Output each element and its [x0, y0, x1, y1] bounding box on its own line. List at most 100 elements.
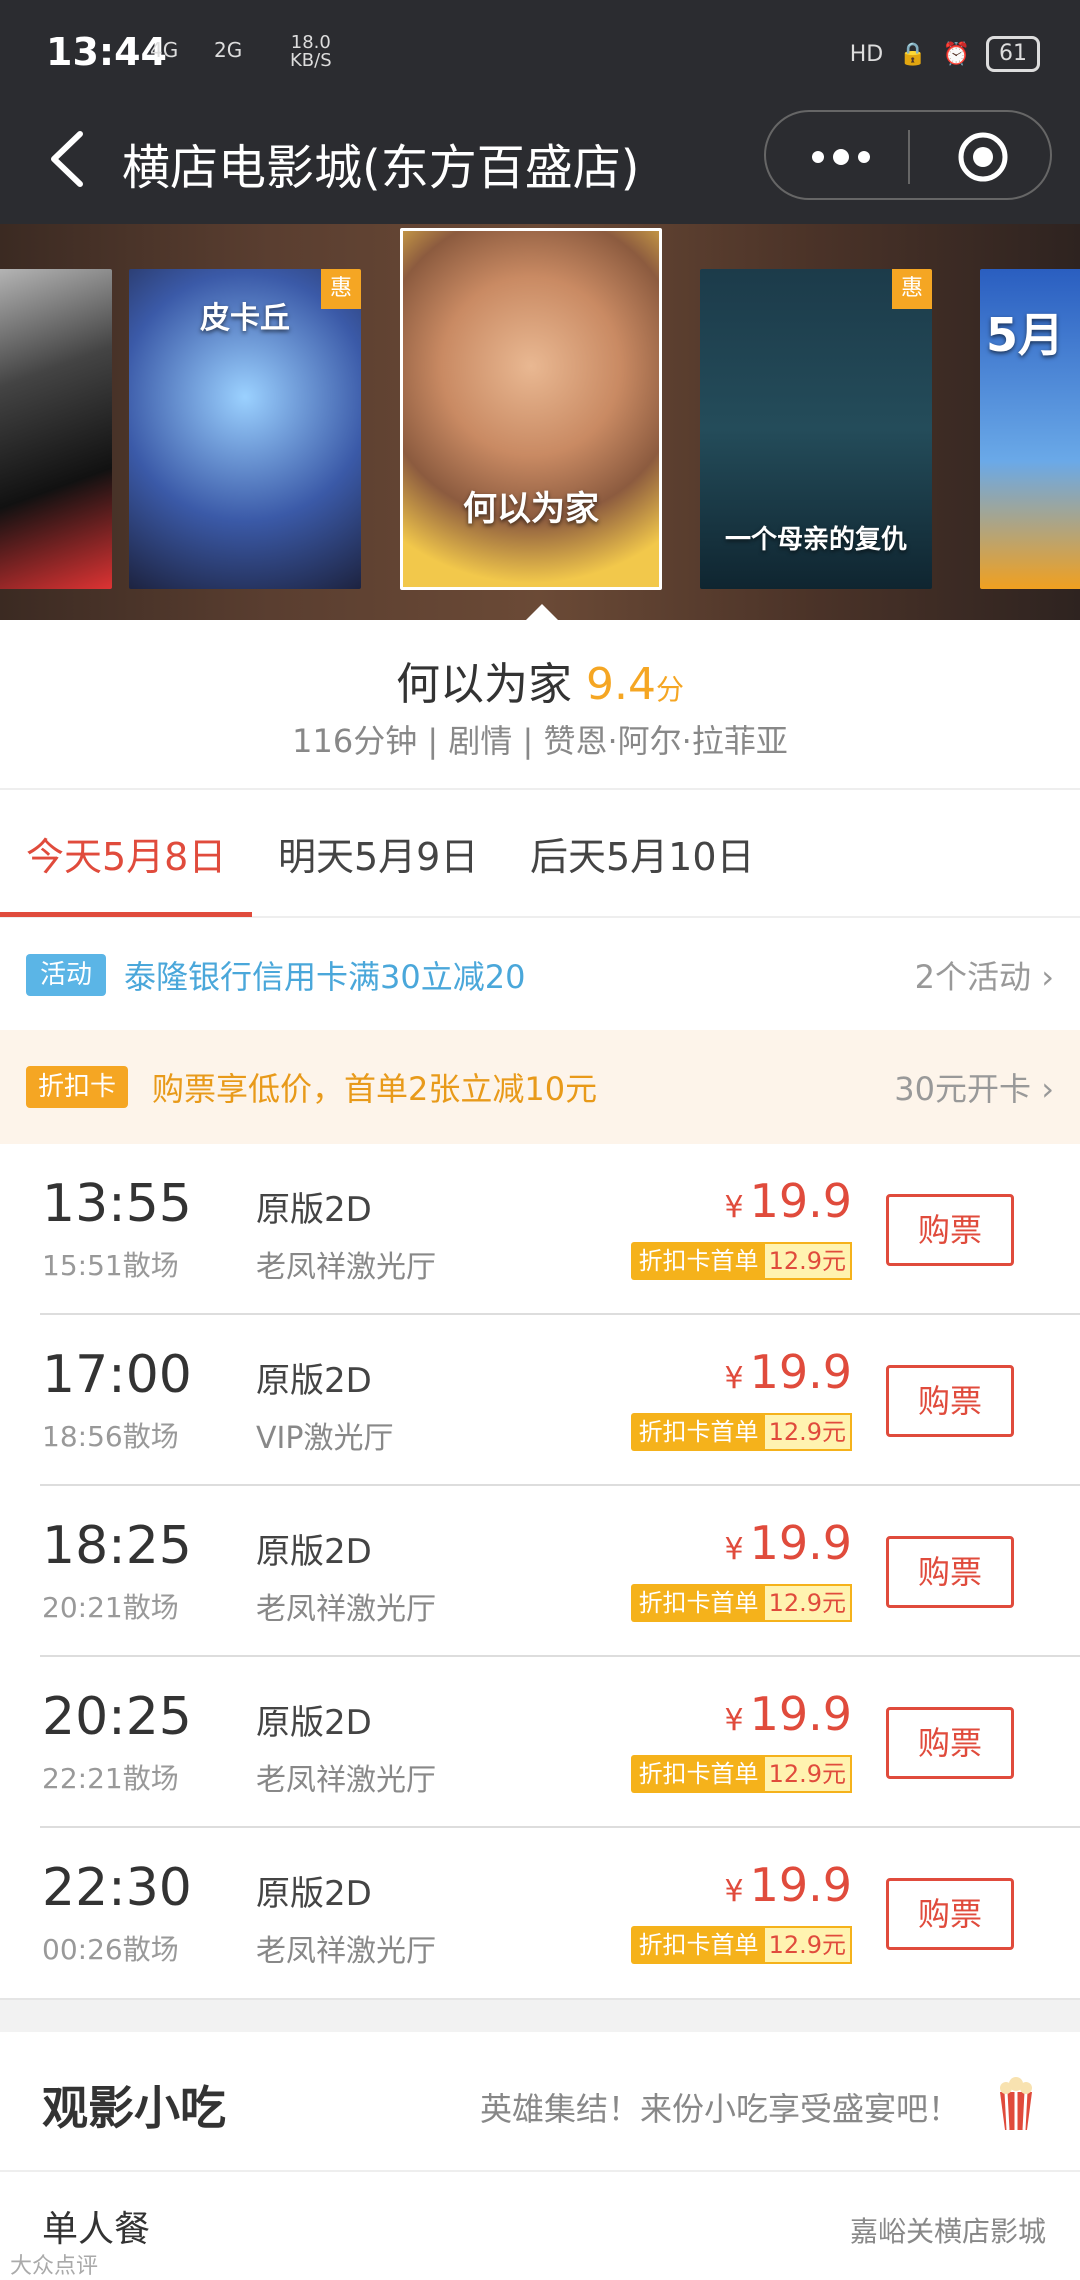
activity-text: 泰隆银行信用卡满30立减20 [124, 958, 526, 996]
start-time: 13:55 [42, 1174, 192, 1234]
capsule-divider [908, 130, 910, 184]
price: ¥19.9 [724, 1516, 852, 1570]
discount-card-badge: 折扣卡 [26, 1066, 129, 1108]
price: ¥19.9 [724, 1345, 852, 1399]
open-card-link[interactable]: 30元开卡 › [894, 1064, 1054, 1110]
watermark-left: 大众点评 [10, 2254, 99, 2279]
price-value: 19.9 [749, 1858, 852, 1912]
chevron-left-icon[interactable] [40, 124, 100, 194]
buy-button[interactable]: 购票 [886, 1878, 1014, 1950]
card-label: 折扣卡首单 [638, 1760, 759, 1788]
more-dots-icon[interactable] [806, 132, 876, 182]
lock-icon: 🔒 [899, 41, 927, 67]
end-time: 22:21散场 [42, 1762, 179, 1795]
version: 原版2D [256, 1532, 372, 1572]
buy-button[interactable]: 购票 [886, 1707, 1014, 1779]
poster-item-selected[interactable]: 何以为家 [400, 228, 662, 590]
start-time: 18:25 [42, 1516, 192, 1576]
speed-unit: KB/S [290, 50, 332, 71]
activity-row[interactable]: 活动 泰隆银行信用卡满30立减20 2个活动 › [0, 918, 1080, 1030]
mini-program-capsule [764, 110, 1052, 200]
snacks-section[interactable]: 观影小吃 英雄集结！来份小吃享受盛宴吧！ [0, 2032, 1080, 2172]
price-value: 19.9 [749, 1345, 852, 1399]
end-time: 18:56散场 [42, 1420, 179, 1453]
card-price: 12.9元 [762, 1755, 852, 1793]
movie-score: 9.4 [586, 659, 656, 710]
watermark-right: 嘉峪关横店影城 [849, 2215, 1046, 2248]
showtime-row: 17:00 18:56散场 原版2D VIP激光厅 ¥19.9 折扣卡首单 12.… [0, 1315, 1080, 1486]
poster-title: 何以为家 [463, 489, 599, 529]
selected-pointer [526, 604, 558, 620]
buy-button[interactable]: 购票 [886, 1194, 1014, 1266]
card-price: 12.9元 [762, 1926, 852, 1964]
hall: VIP激光厅 [256, 1421, 394, 1456]
version: 原版2D [256, 1703, 372, 1743]
popcorn-icon [1000, 2077, 1032, 2131]
snacks-heading: 观影小吃 [42, 2081, 226, 2135]
yen-symbol: ¥ [724, 1874, 744, 1909]
price-value: 19.9 [749, 1174, 852, 1228]
page-title: 横店电影城(东方百盛店) [122, 140, 640, 196]
version: 原版2D [256, 1874, 372, 1914]
poster-item[interactable] [0, 269, 112, 589]
price-value: 19.9 [749, 1687, 852, 1741]
target-icon[interactable] [956, 130, 1010, 184]
poster-carousel[interactable]: 皮卡丘 惠 何以为家 一个母亲的复仇 惠 5月 [0, 224, 1080, 620]
card-price-tag: 折扣卡首单 12.9元 [630, 1926, 852, 1964]
yen-symbol: ¥ [724, 1361, 744, 1396]
version: 原版2D [256, 1190, 372, 1230]
activity-count: 2个活动 [914, 958, 1032, 996]
tab-tomorrow[interactable]: 明天5月9日 [278, 826, 478, 881]
yen-symbol: ¥ [724, 1532, 744, 1567]
card-label: 折扣卡首单 [638, 1931, 759, 1959]
start-time: 22:30 [42, 1858, 192, 1918]
poster-title: 5月 [986, 308, 1065, 362]
showtime-row: 22:30 00:26散场 原版2D 老凤祥激光厅 ¥19.9 折扣卡首单 12.… [0, 1828, 1080, 1999]
nav-bar: 横店电影城(东方百盛店) [0, 110, 1080, 224]
price: ¥19.9 [724, 1858, 852, 1912]
activity-more[interactable]: 2个活动 › [915, 952, 1054, 998]
status-right: HD 🔒 ⏰ 61 [850, 36, 1040, 72]
buy-button[interactable]: 购票 [886, 1536, 1014, 1608]
activity-badge: 活动 [26, 954, 107, 996]
price-value: 19.9 [749, 1516, 852, 1570]
section-gap [0, 1998, 1080, 2032]
yen-symbol: ¥ [724, 1703, 744, 1738]
movie-title-row: 何以为家 9.4分 [0, 648, 1080, 712]
start-time: 20:25 [42, 1687, 192, 1747]
end-time: 20:21散场 [42, 1591, 179, 1624]
price: ¥19.9 [724, 1687, 852, 1741]
poster-item[interactable]: 一个母亲的复仇 惠 [700, 269, 932, 589]
hall: 老凤祥激光厅 [256, 1250, 436, 1285]
movie-title: 何以为家 [396, 659, 572, 710]
battery-icon: 61 [986, 36, 1040, 72]
discount-card-row[interactable]: 折扣卡 购票享低价，首单2张立减10元 30元开卡 › [0, 1030, 1080, 1144]
showtime-row: 13:55 15:51散场 原版2D 老凤祥激光厅 ¥19.9 折扣卡首单 12.… [0, 1144, 1080, 1315]
showtime-list: 13:55 15:51散场 原版2D 老凤祥激光厅 ¥19.9 折扣卡首单 12.… [0, 1144, 1080, 1999]
tab-day-after[interactable]: 后天5月10日 [530, 826, 755, 881]
buy-button[interactable]: 购票 [886, 1365, 1014, 1437]
hall: 老凤祥激光厅 [256, 1934, 436, 1969]
chevron-right-icon: › [1041, 1070, 1054, 1108]
poster-item[interactable]: 5月 [980, 269, 1080, 589]
card-label: 折扣卡首单 [638, 1589, 759, 1617]
card-price: 12.9元 [762, 1584, 852, 1622]
card-price-tag: 折扣卡首单 12.9元 [630, 1242, 852, 1280]
meal-category[interactable]: 单人餐 [42, 2200, 150, 2252]
score-unit: 分 [655, 673, 684, 706]
end-time: 00:26散场 [42, 1933, 179, 1966]
tab-today[interactable]: 今天5月8日 [26, 826, 226, 881]
yen-symbol: ¥ [724, 1190, 744, 1225]
card-price-tag: 折扣卡首单 12.9元 [630, 1584, 852, 1622]
poster-item[interactable]: 皮卡丘 惠 [129, 269, 361, 589]
start-time: 17:00 [42, 1345, 192, 1405]
movie-meta: 116分钟 | 剧情 | 赞恩·阿尔·拉菲亚 [292, 722, 788, 760]
card-price-tag: 折扣卡首单 12.9元 [630, 1413, 852, 1451]
snacks-slogan: 英雄集结！来份小吃享受盛宴吧！ [479, 2090, 960, 2128]
signal-4g: 4G [150, 38, 179, 62]
signal-2g: 2G [214, 38, 243, 62]
top-bar: 13:44 4G 2G 18.0 KB/S HD 🔒 ⏰ 61 横店电影城(东方… [0, 0, 1080, 224]
open-card-price: 30元开卡 [894, 1070, 1032, 1108]
discount-badge: 惠 [321, 269, 361, 309]
network-speed: 18.0 KB/S [290, 34, 332, 70]
